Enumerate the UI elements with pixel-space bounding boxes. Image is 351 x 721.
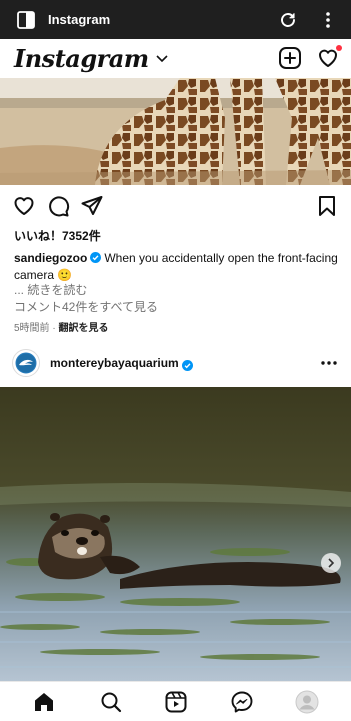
search-icon[interactable] [99, 690, 123, 714]
post-time: 5時間前 [14, 323, 50, 334]
post-caption: sandiegozoo When you accidentally open th… [14, 250, 339, 284]
overflow-menu-icon[interactable] [317, 9, 339, 31]
chevron-down-icon[interactable] [155, 51, 169, 65]
post-meta: 5時間前 · 翻訳を見る [14, 319, 108, 334]
bottom-navigation [0, 681, 351, 721]
verified-badge-icon [90, 251, 102, 263]
reels-icon[interactable] [164, 690, 188, 714]
meta-separator: · [52, 323, 56, 334]
app-title: Instagram [48, 12, 111, 27]
notification-dot [336, 45, 342, 51]
profile-avatar-icon[interactable] [295, 690, 319, 714]
app-titlebar: Instagram [0, 0, 351, 39]
read-more-link[interactable]: ... 続きを読む [14, 281, 87, 298]
post-image-giraffe[interactable] [0, 78, 351, 185]
verified-badge-icon [181, 358, 193, 371]
instagram-logo[interactable]: Instagram [14, 44, 149, 73]
instagram-header: Instagram [0, 39, 351, 77]
home-icon[interactable] [32, 690, 56, 714]
post-username[interactable]: montereybayaquarium [50, 356, 179, 370]
post-header: montereybayaquarium [0, 344, 351, 382]
next-image-button[interactable] [321, 553, 341, 573]
post-actions [0, 192, 351, 220]
smiley-emoji: 🙂 [57, 268, 73, 282]
share-paper-plane-icon[interactable] [80, 194, 104, 218]
more-options-icon[interactable] [319, 353, 339, 373]
like-heart-icon[interactable] [12, 194, 36, 218]
save-bookmark-icon[interactable] [315, 194, 339, 218]
avatar[interactable] [12, 349, 40, 377]
post-image-sea-otter[interactable] [0, 387, 351, 681]
caption-username[interactable]: sandiegozoo [14, 251, 87, 265]
app-window-icon [16, 10, 36, 30]
new-post-icon[interactable] [277, 45, 303, 71]
view-all-comments-link[interactable]: コメント42件をすべて見る [14, 298, 158, 315]
comment-bubble-icon[interactable] [46, 194, 70, 218]
messenger-icon[interactable] [230, 690, 254, 714]
activity-heart-icon[interactable] [315, 45, 342, 71]
refresh-icon[interactable] [277, 9, 299, 31]
see-translation-link[interactable]: 翻訳を見る [58, 323, 108, 334]
like-count[interactable]: いいね！7352件 [14, 227, 101, 244]
